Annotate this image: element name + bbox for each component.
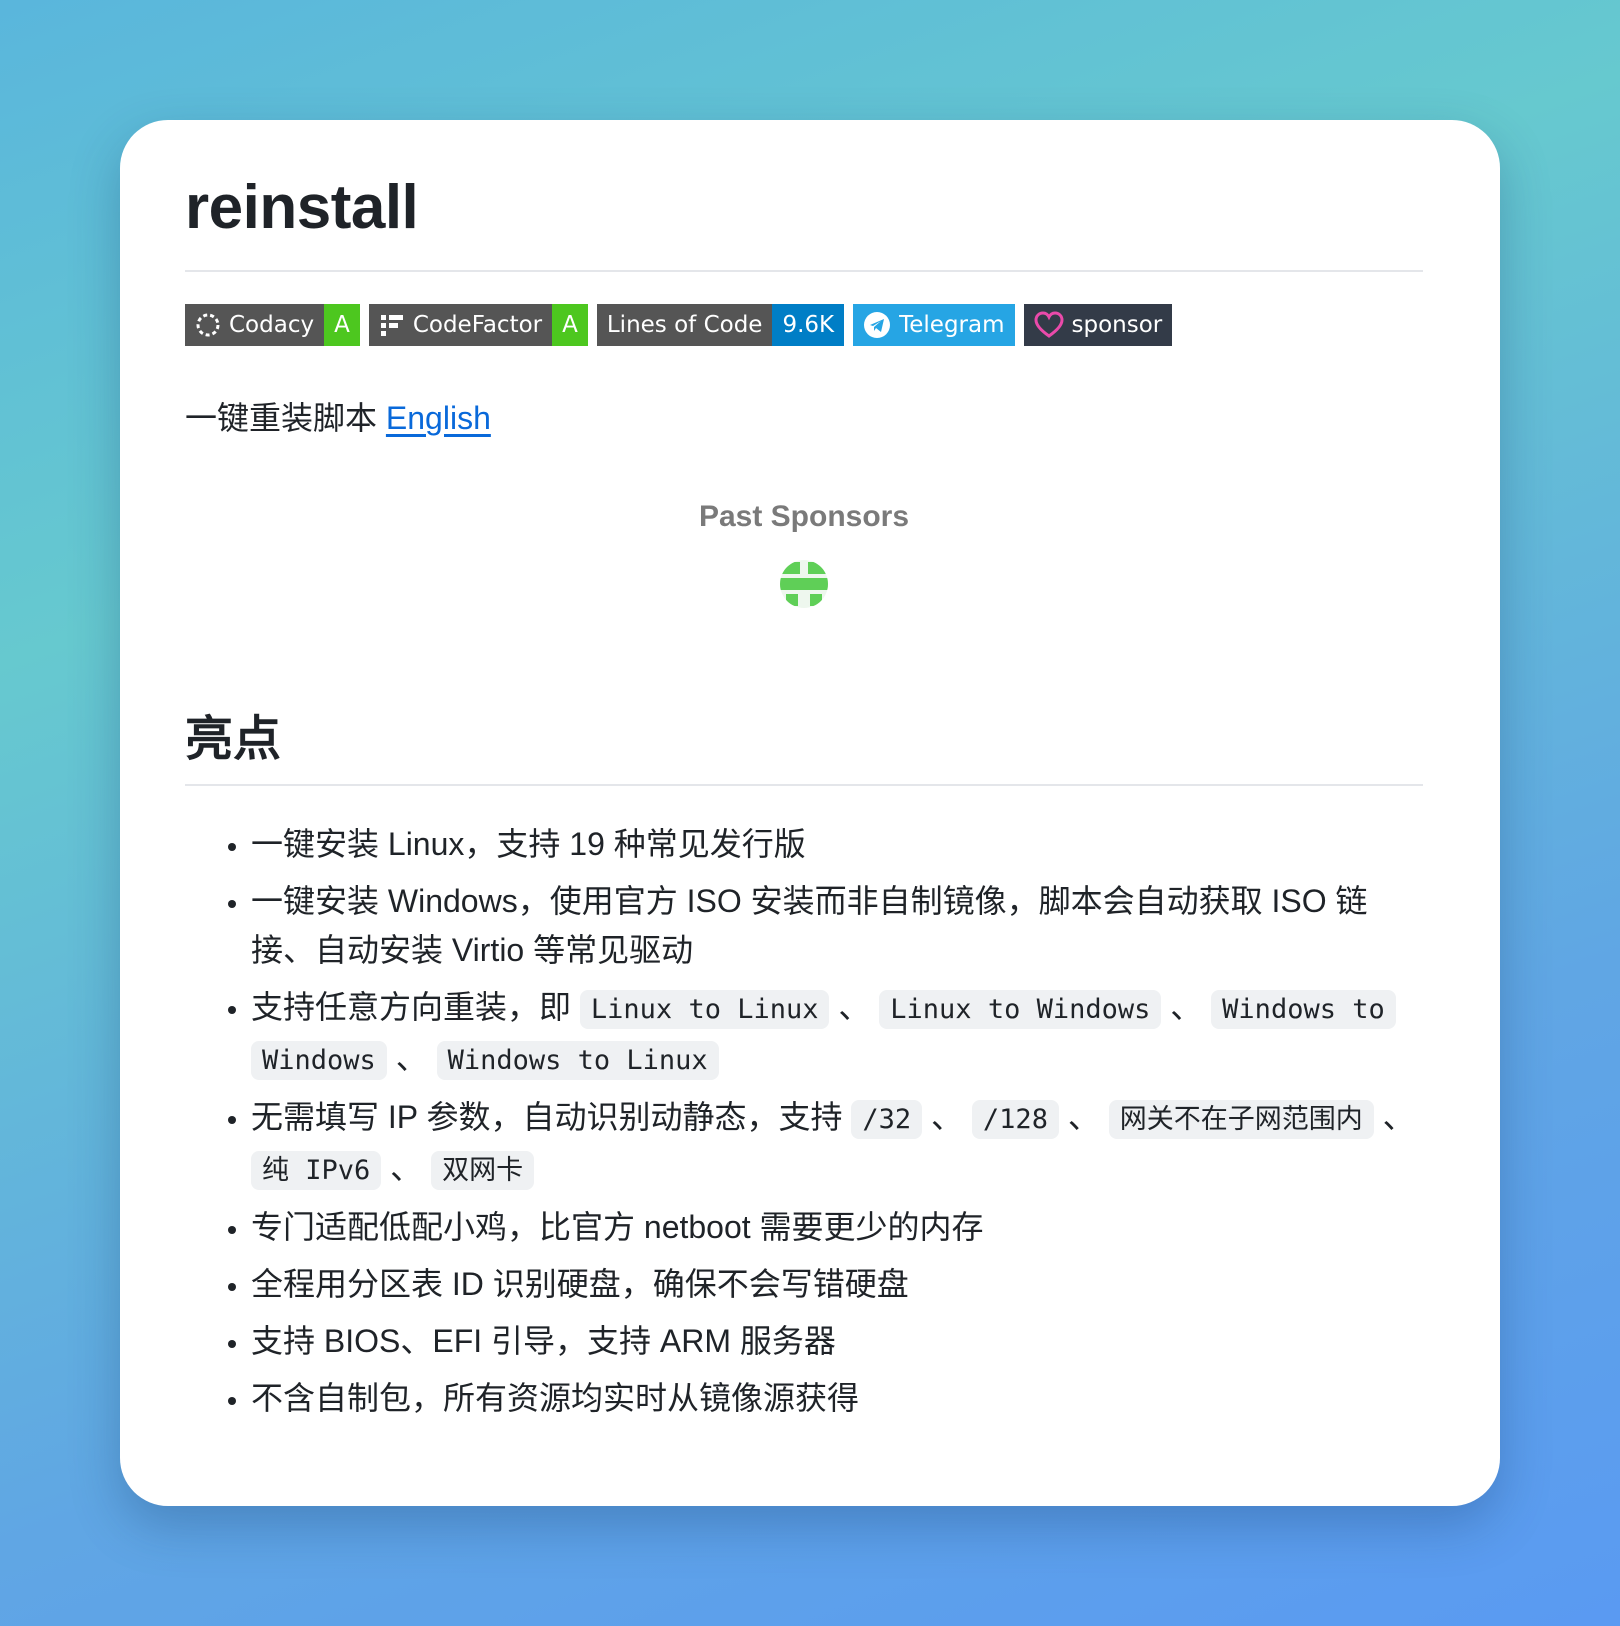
code-inline: Windows to Linux [436,1041,719,1080]
sponsors-title: Past Sponsors [698,500,910,533]
code-inline: 双网卡 [431,1151,535,1190]
section-heading: 亮点 [185,710,1423,786]
code-inline: 网关不在子网范围内 [1108,1100,1374,1139]
badge-value: 9.6K [772,304,845,346]
telegram-icon [863,311,891,339]
intro-line: 一键重装脚本 English [185,396,1423,440]
heart-icon [1034,311,1064,339]
codefactor-icon [379,312,405,338]
code-inline: 纯 IPv6 [251,1151,382,1190]
telegram-badge[interactable]: Telegram [853,304,1015,346]
list-item: 支持 BIOS、EFI 引导，支持 ARM 服务器 [251,1317,1423,1366]
past-sponsors: Past Sponsors [185,500,1423,610]
code-inline: Linux to Windows [879,990,1162,1029]
codefactor-badge[interactable]: CodeFactor A [368,304,588,346]
feature-list: 一键安装 Linux，支持 19 种常见发行版 一键安装 Windows，使用官… [185,820,1423,1423]
badge-value: A [324,304,360,346]
lines-of-code-badge[interactable]: Lines of Code 9.6K [596,304,845,346]
list-item: 全程用分区表 ID 识别硬盘，确保不会写错硬盘 [251,1260,1423,1309]
page-title: reinstall [185,120,1423,272]
list-item: 无需填写 IP 参数，自动识别动静态，支持 /32 、 /128 、 网关不在子… [251,1093,1423,1195]
sponsor-avatar[interactable] [778,558,830,610]
code-inline: /128 [971,1100,1059,1139]
list-item: 一键安装 Linux，支持 19 种常见发行版 [251,820,1423,869]
sponsor-badge[interactable]: sponsor [1023,304,1173,346]
code-inline: Linux to Linux [579,990,830,1029]
english-link[interactable]: English [386,400,491,436]
badge-label: sponsor [1071,312,1163,338]
badge-label: Codacy [229,312,315,338]
list-item: 不含自制包，所有资源均实时从镜像源获得 [251,1374,1423,1423]
list-item: 支持任意方向重装，即 Linux to Linux 、 Linux to Win… [251,983,1423,1085]
readme-card: reinstall Codacy A CodeFactor A Lines of… [120,120,1500,1506]
badge-row: Codacy A CodeFactor A Lines of Code 9.6K [185,304,1423,346]
codacy-badge[interactable]: Codacy A [185,304,360,346]
badge-label: Telegram [899,312,1005,338]
list-item: 专门适配低配小鸡，比官方 netboot 需要更少的内存 [251,1203,1423,1252]
code-inline: /32 [851,1100,923,1139]
badge-value: A [552,304,588,346]
codacy-icon [195,312,221,338]
badge-label: CodeFactor [412,312,543,338]
list-item: 一键安装 Windows，使用官方 ISO 安装而非自制镜像，脚本会自动获取 I… [251,877,1423,975]
intro-text: 一键重装脚本 [185,400,386,436]
badge-label: Lines of Code [606,312,763,338]
